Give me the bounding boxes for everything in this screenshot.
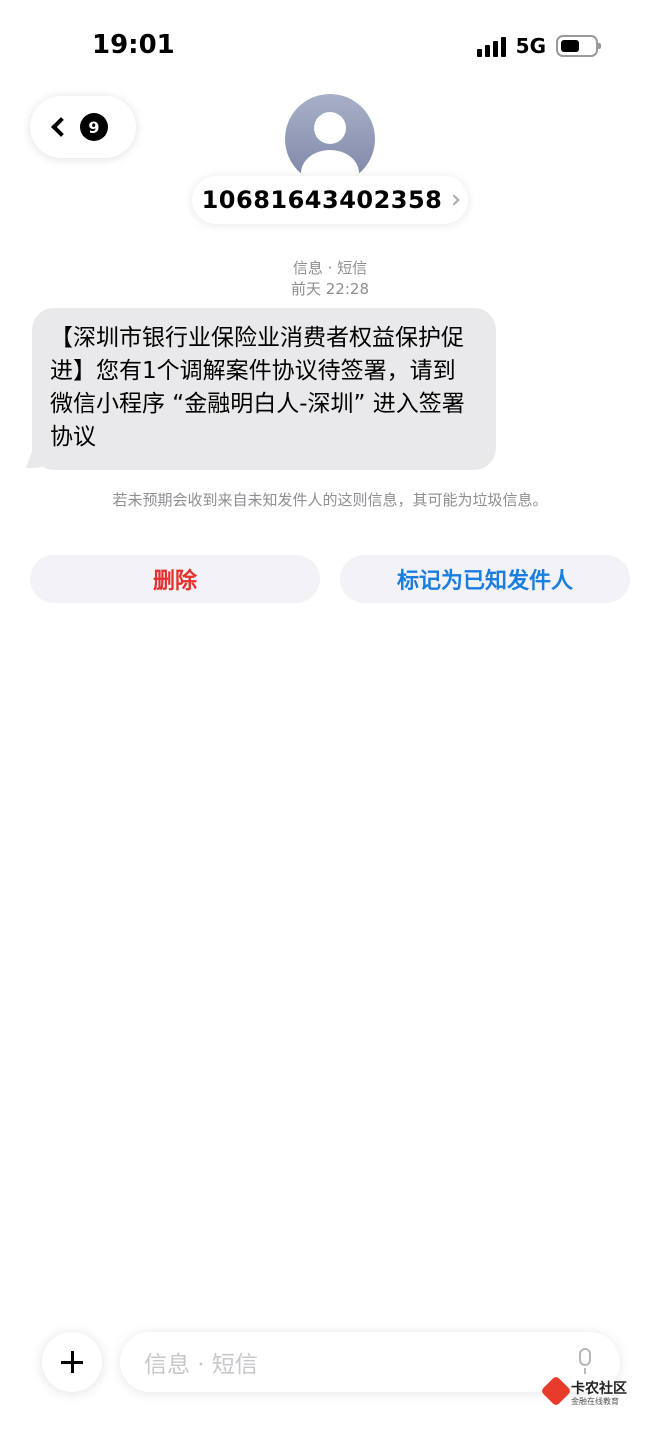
battery-icon	[556, 35, 601, 57]
sender-number: 10681643402358	[201, 186, 443, 214]
signal-icon	[476, 35, 506, 57]
incoming-message-bubble[interactable]: 【深圳市银行业保险业消费者权益保护促进】您有1个调解案件协议待签署，请到微信小程…	[32, 308, 496, 470]
message-timestamp: 前天 22:28	[291, 280, 369, 298]
channel-label: 信息 · 短信	[292, 259, 368, 277]
unread-count-badge: 9	[80, 113, 108, 141]
spam-warning: 若未预期会收到来自未知发件人的这则信息，其可能为垃圾信息。	[112, 491, 548, 509]
brand-logo-icon	[540, 1375, 572, 1407]
network-type: 5G	[515, 34, 546, 58]
battery-level	[561, 40, 579, 52]
status-time: 19:01	[92, 30, 175, 60]
message-input-placeholder: 信息 · 短信	[144, 1352, 258, 1378]
mark-known-sender-button[interactable]: 标记为已知发件人	[340, 555, 630, 603]
contact-avatar[interactable]	[285, 94, 375, 184]
chevron-left-icon	[51, 117, 71, 137]
person-icon-head	[314, 112, 346, 144]
microphone-icon[interactable]	[578, 1348, 592, 1374]
chevron-right-icon	[448, 194, 461, 206]
sender-number-button[interactable]: 10681643402358	[192, 176, 468, 224]
watermark-logo: 卡农社区 金融在线教育	[540, 1375, 635, 1408]
delete-button[interactable]: 删除	[30, 555, 320, 603]
back-button[interactable]: 9	[30, 96, 136, 158]
watermark-tagline: 金融在线教育	[571, 1397, 619, 1406]
messages-screen: 19:01 5G 9 10681643402358 信息 · 短信 前天 22:…	[0, 0, 660, 1434]
watermark-brand: 卡农社区	[571, 1381, 627, 1397]
add-attachment-button[interactable]	[42, 1332, 102, 1392]
status-indicators: 5G	[476, 34, 601, 58]
